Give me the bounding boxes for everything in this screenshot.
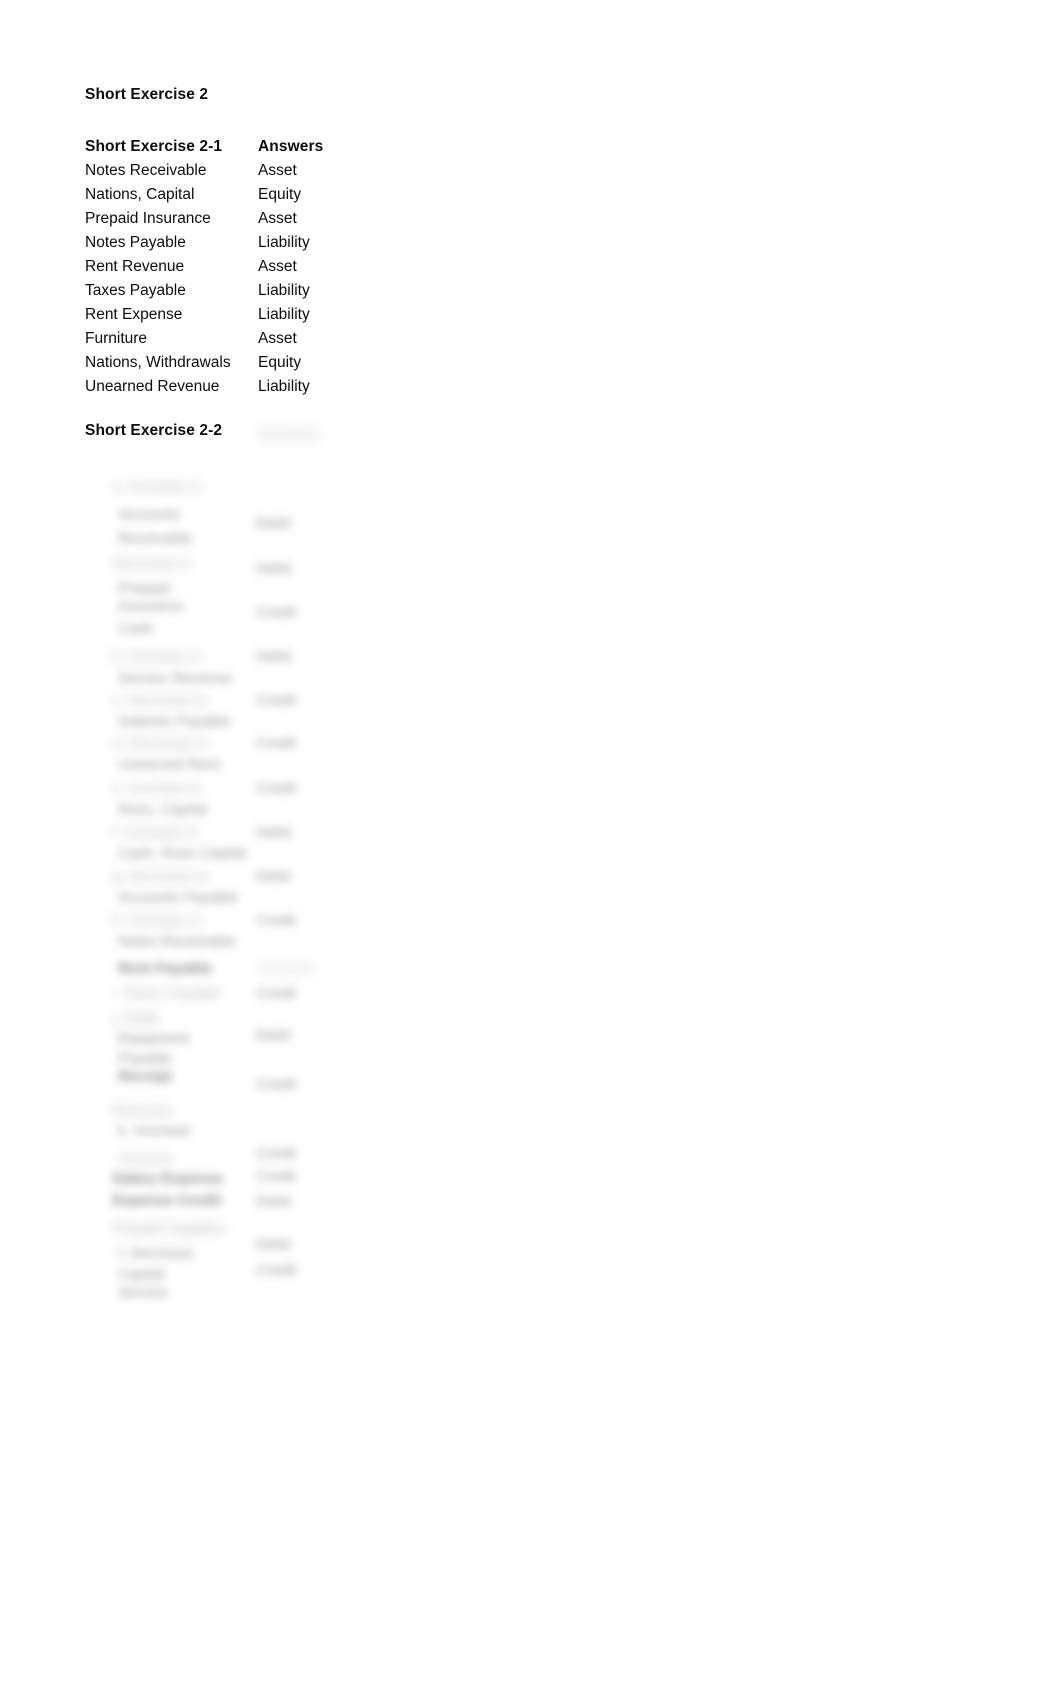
obscured-text: Decrease in xyxy=(112,555,193,572)
obscured-text: Debit xyxy=(256,868,292,885)
obscured-text: Account xyxy=(118,1150,173,1167)
obscured-text: Salaries Payable xyxy=(118,713,231,730)
obscured-text: Salary Expense xyxy=(112,1170,223,1187)
table-row: Rent Expense Liability xyxy=(85,303,405,327)
obscured-text: Debit xyxy=(256,560,292,577)
obscured-text: g. Decrease in xyxy=(112,868,209,885)
account-name: Unearned Revenue xyxy=(85,378,220,395)
obscured-text: Credit xyxy=(256,1168,297,1185)
obscured-text: Capital xyxy=(118,1266,165,1283)
obscured-text: Notes Receivable xyxy=(118,933,236,950)
account-answer: Liability xyxy=(258,234,310,251)
account-name: Taxes Payable xyxy=(85,282,186,299)
table-row: Rent Revenue Asset xyxy=(85,255,405,279)
obscured-text: h. Increase in xyxy=(112,912,203,929)
obscured-text: l. Decrease xyxy=(118,1245,194,1262)
table-row: Taxes Payable Liability xyxy=(85,279,405,303)
table-row: Unearned Revenue Liability xyxy=(85,375,405,399)
exercise-2-1-table: Short Exercise 2-1 Answers Notes Receiva… xyxy=(85,135,405,399)
obscured-text: Credit xyxy=(256,985,297,1002)
account-name: Notes Payable xyxy=(85,234,186,251)
obscured-text: Receipt xyxy=(118,1068,173,1085)
obscured-text: Debit xyxy=(256,1027,292,1044)
account-answer: Liability xyxy=(258,378,310,395)
account-answer: Equity xyxy=(258,354,302,371)
answers-column-header: Answers xyxy=(258,138,324,155)
obscured-text: Insurance xyxy=(118,598,184,615)
account-name: Notes Receivable xyxy=(85,162,207,179)
table-row: Notes Payable Liability xyxy=(85,231,405,255)
obscured-text: Cash, Ross Capital xyxy=(118,845,247,862)
exercise-2-2-heading: Short Exercise 2-2 xyxy=(85,422,223,439)
table-row: Nations, Capital Equity xyxy=(85,183,405,207)
table-row: Furniture Asset xyxy=(85,327,405,351)
obscured-text: Credit xyxy=(256,1076,297,1093)
obscured-text: c. Decrease in xyxy=(112,692,208,709)
account-name: Nations, Withdrawals xyxy=(85,354,231,371)
table-row: Nations, Withdrawals Equity xyxy=(85,351,405,375)
obscured-text: a. Increase in xyxy=(112,478,203,495)
obscured-text: e. Increase in xyxy=(112,780,203,797)
obscured-text: Service xyxy=(118,1284,169,1301)
account-name: Nations, Capital xyxy=(85,186,195,203)
obscured-text: Credit xyxy=(256,692,297,709)
obscured-text: Equipment xyxy=(118,1030,190,1047)
obscured-text: Accounts xyxy=(118,506,180,523)
account-name: Prepaid Insurance xyxy=(85,210,211,227)
obscured-text: Debit xyxy=(256,824,292,841)
obscured-text: Service Revenue xyxy=(118,670,233,687)
obscured-text: k. Increase xyxy=(118,1122,192,1139)
obscured-text: Debit xyxy=(256,648,292,665)
account-answer: Asset xyxy=(258,330,297,347)
exercise-2-1-heading: Short Exercise 2-1 xyxy=(85,138,223,155)
obscured-text: Credit xyxy=(256,912,297,929)
account-name: Rent Expense xyxy=(85,306,183,323)
obscured-text: Prepaid xyxy=(118,580,170,597)
account-answer: Asset xyxy=(258,258,297,275)
document-page: Short Exercise 2 Short Exercise 2-1 Answ… xyxy=(0,0,1062,1686)
obscured-text: f. Increase in xyxy=(112,824,198,841)
account-answer: Asset xyxy=(258,162,297,179)
obscured-text: i. Taxes Payable xyxy=(112,985,221,1002)
obscured-text: Credit xyxy=(256,1262,297,1279)
obscured-text: Ross, Capital xyxy=(118,801,208,818)
obscured-text: Expense Credit xyxy=(112,1192,222,1209)
obscured-text: Payable xyxy=(118,1050,173,1067)
obscured-text: Credit xyxy=(256,604,297,621)
account-answer: Liability xyxy=(258,282,310,299)
obscured-text: d. Decrease in xyxy=(112,735,209,752)
obscured-text: Unearned Rent xyxy=(118,756,220,773)
table-header-row: Short Exercise 2-1 Answers xyxy=(85,135,405,159)
account-answer: Asset xyxy=(258,210,297,227)
page-title: Short Exercise 2 xyxy=(85,86,209,103)
obscured-text: Credit xyxy=(256,780,297,797)
obscured-text: j. Debit xyxy=(112,1010,159,1027)
account-name: Furniture xyxy=(85,330,148,347)
obscured-text: Debit xyxy=(256,1236,292,1253)
table-row: Notes Receivable Asset xyxy=(85,159,405,183)
obscured-text: Debit xyxy=(256,515,292,532)
obscured-text: b. Increase in xyxy=(112,648,203,665)
obscured-text: Cash xyxy=(118,620,154,637)
obscured-text: Credit xyxy=(256,1145,297,1162)
obscured-text: Revenue xyxy=(112,1102,173,1119)
obscured-answers-header: Answers xyxy=(258,426,321,443)
account-answer: Liability xyxy=(258,306,310,323)
obscured-text: Answers xyxy=(258,960,316,977)
obscured-text: Debit xyxy=(256,1193,292,1210)
obscured-text: Receivable xyxy=(118,530,193,547)
account-answer: Equity xyxy=(258,186,302,203)
obscured-text: Rent Payable xyxy=(118,960,213,977)
obscured-text: Prepaid Supplies xyxy=(112,1220,226,1237)
table-row: Prepaid Insurance Asset xyxy=(85,207,405,231)
obscured-text: Credit xyxy=(256,735,297,752)
obscured-text: Accounts Payable xyxy=(118,889,239,906)
account-name: Rent Revenue xyxy=(85,258,185,275)
